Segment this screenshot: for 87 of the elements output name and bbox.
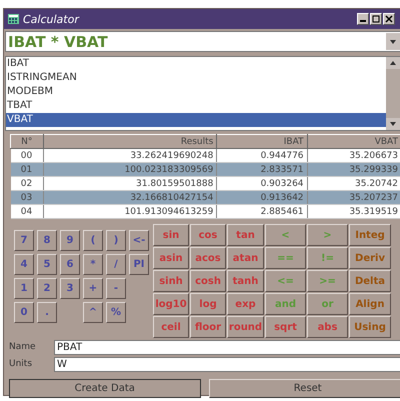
input-field[interactable]: W xyxy=(54,356,400,372)
table-cell: 04 xyxy=(10,204,44,218)
keypad-button[interactable]: PI xyxy=(129,254,149,275)
keypad-button[interactable]: log10 xyxy=(153,293,189,315)
keypad-button[interactable]: sin xyxy=(153,224,189,246)
keypad-button[interactable]: ^ xyxy=(83,302,103,323)
keypad-button[interactable]: sinh xyxy=(153,270,189,292)
table-cell: 0.944776 xyxy=(216,148,308,162)
table-cell: 35.207237 xyxy=(307,190,400,204)
keypad-button[interactable]: abs xyxy=(307,316,348,338)
table-cell: 00 xyxy=(10,148,44,162)
table-cell: 2.833571 xyxy=(216,162,308,176)
column-header[interactable]: IBAT xyxy=(216,134,308,148)
keypad-button[interactable]: . xyxy=(37,302,57,323)
keypad-button[interactable]: round xyxy=(227,316,264,338)
table-cell: 33.262419690248 xyxy=(43,148,217,162)
keypad-button[interactable]: ) xyxy=(106,230,126,251)
table-cell: 100.023183309569 xyxy=(43,162,217,176)
keypad-button[interactable]: tan xyxy=(227,224,264,246)
table-cell: 0.903264 xyxy=(216,176,308,190)
scroll-up-icon[interactable] xyxy=(389,60,397,66)
keypad-button[interactable]: 4 xyxy=(14,254,34,275)
keypad-button[interactable]: atan xyxy=(227,247,264,269)
list-item[interactable]: TBAT xyxy=(6,99,386,113)
table-cell: 35.20742 xyxy=(307,176,400,190)
keypad-button[interactable]: sqrt xyxy=(265,316,306,338)
list-item[interactable]: IBAT xyxy=(6,57,386,71)
field-label: Units xyxy=(9,359,34,369)
formula-field[interactable]: IBAT * VBAT xyxy=(5,31,400,52)
keypad-button[interactable]: - xyxy=(106,278,126,299)
table-cell: 35.319519 xyxy=(307,204,400,218)
list-item[interactable]: VBAT xyxy=(6,113,386,127)
table-cell: 35.206673 xyxy=(307,148,400,162)
keypad-button[interactable]: 6 xyxy=(60,254,80,275)
column-header[interactable]: N° xyxy=(10,134,44,148)
table-cell: 31.80159501888 xyxy=(43,176,217,190)
keypad-button[interactable]: % xyxy=(106,302,126,323)
keypad-button[interactable]: Using xyxy=(349,316,391,338)
keypad-button[interactable]: 5 xyxy=(37,254,57,275)
input-field[interactable]: PBAT xyxy=(54,340,400,354)
keypad-button[interactable]: 0 xyxy=(14,302,34,323)
keypad-button[interactable]: ( xyxy=(83,230,103,251)
table-cell: 2.885461 xyxy=(216,204,308,218)
keypad-button[interactable]: exp xyxy=(227,293,264,315)
column-header[interactable]: Results xyxy=(43,134,217,148)
keypad-button[interactable]: cos xyxy=(190,224,226,246)
action-button[interactable]: Create Data xyxy=(9,379,201,398)
maximize-icon[interactable] xyxy=(370,13,382,25)
table-cell: 03 xyxy=(10,190,44,204)
keypad-button[interactable]: 1 xyxy=(14,278,34,299)
scrollbar[interactable] xyxy=(386,57,400,130)
table-cell: 32.166810427154 xyxy=(43,190,217,204)
column-header[interactable]: VBAT xyxy=(307,134,400,148)
keypad-button[interactable]: 7 xyxy=(14,230,34,251)
keypad-button[interactable]: acos xyxy=(190,247,226,269)
keypad-button[interactable]: + xyxy=(83,278,103,299)
scroll-down-icon[interactable] xyxy=(389,121,397,127)
keypad-button[interactable]: / xyxy=(106,254,126,275)
table-cell: 101.913094613259 xyxy=(43,204,217,218)
table-cell: 01 xyxy=(10,162,44,176)
keypad-button[interactable]: asin xyxy=(153,247,189,269)
keypad-button[interactable]: log xyxy=(190,293,226,315)
keypad-button[interactable]: Align xyxy=(349,293,391,315)
keypad-button[interactable]: cosh xyxy=(190,270,226,292)
list-item[interactable]: ISTRINGMEAN xyxy=(6,71,386,85)
keypad-button[interactable]: Delta xyxy=(349,270,391,292)
keypad-button[interactable]: 2 xyxy=(37,278,57,299)
window-title: Calculator xyxy=(23,12,80,26)
keypad-button[interactable]: * xyxy=(83,254,103,275)
list-item[interactable]: MODEBM xyxy=(6,85,386,99)
table-cell: 35.299339 xyxy=(307,162,400,176)
minimize-icon[interactable] xyxy=(357,13,369,25)
field-label: Name xyxy=(9,342,37,352)
keypad-button[interactable]: Integ xyxy=(349,224,391,246)
keypad-button[interactable]: 3 xyxy=(60,278,80,299)
calculator-icon xyxy=(8,14,19,24)
keypad-button[interactable]: Deriv xyxy=(349,247,391,269)
action-button[interactable]: Reset xyxy=(208,379,400,398)
table-cell: 02 xyxy=(10,176,44,190)
keypad-button[interactable]: 9 xyxy=(60,230,80,251)
close-icon[interactable] xyxy=(383,13,395,25)
keypad-button[interactable]: <- xyxy=(129,230,149,251)
keypad-button[interactable]: 8 xyxy=(37,230,57,251)
keypad-button[interactable]: ceil xyxy=(153,316,189,338)
keypad-button[interactable]: tanh xyxy=(227,270,264,292)
keypad-button[interactable]: floor xyxy=(190,316,226,338)
table-cell: 0.913642 xyxy=(216,190,308,204)
